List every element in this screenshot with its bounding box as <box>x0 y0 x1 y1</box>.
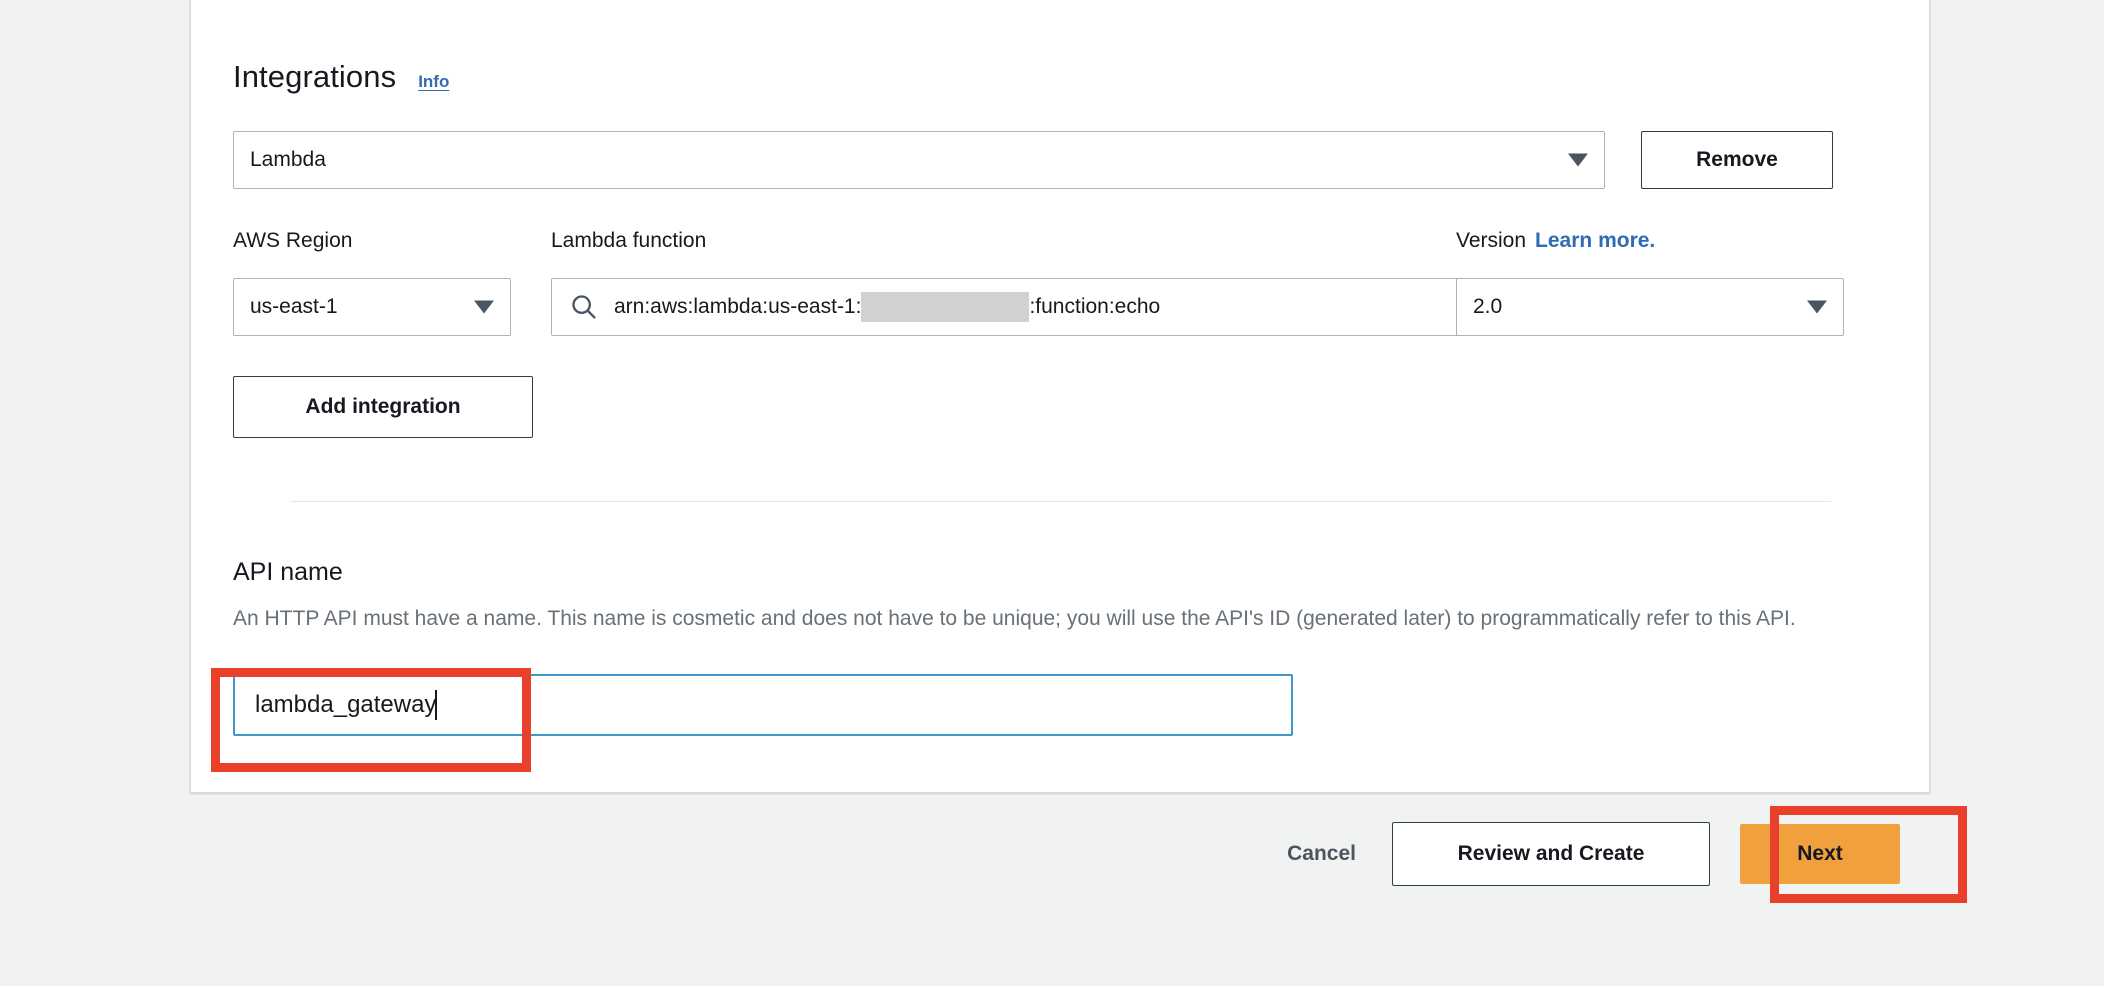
api-name-description: An HTTP API must have a name. This name … <box>233 603 1813 635</box>
add-integration-button[interactable]: Add integration <box>233 376 533 438</box>
remove-integration-button[interactable]: Remove <box>1641 131 1833 189</box>
integration-type-select[interactable]: Lambda <box>233 131 1605 189</box>
chevron-down-icon <box>1568 154 1588 167</box>
lambda-function-input[interactable]: arn:aws:lambda:us-east-1: :function:echo <box>551 278 1611 336</box>
version-label: Version <box>1456 229 1526 253</box>
page-root: Integrations Info Lambda Remove AWS Regi… <box>0 0 2104 986</box>
cancel-button[interactable]: Cancel <box>1281 822 1362 886</box>
footer-actions: Cancel Review and Create Next <box>1260 822 1900 886</box>
version-select[interactable]: 2.0 <box>1456 278 1844 336</box>
version-value: 2.0 <box>1473 295 1502 319</box>
redacted-account-id <box>861 292 1029 322</box>
next-button[interactable]: Next <box>1740 824 1900 884</box>
learn-more-link[interactable]: Learn more. <box>1535 229 1655 253</box>
aws-region-label: AWS Region <box>233 229 352 253</box>
wizard-card: Integrations Info Lambda Remove AWS Regi… <box>190 0 1930 793</box>
info-link[interactable]: Info <box>418 72 449 92</box>
section-divider <box>291 501 1831 502</box>
lambda-arn-suffix: :function:echo <box>1029 295 1160 319</box>
version-label-group: Version Learn more. <box>1456 229 1655 253</box>
api-name-value: lambda_gateway <box>255 691 436 719</box>
integrations-heading: Integrations Info <box>233 59 449 95</box>
search-icon <box>570 293 598 321</box>
chevron-down-icon <box>474 301 494 314</box>
api-name-label: API name <box>233 558 343 587</box>
integration-type-value: Lambda <box>250 148 326 172</box>
review-and-create-button[interactable]: Review and Create <box>1392 822 1710 886</box>
chevron-down-icon <box>1807 301 1827 314</box>
lambda-function-label: Lambda function <box>551 229 706 253</box>
api-name-input[interactable]: lambda_gateway <box>233 674 1293 736</box>
lambda-arn-prefix: arn:aws:lambda:us-east-1: <box>614 295 861 319</box>
page-title: Integrations <box>233 59 396 95</box>
aws-region-value: us-east-1 <box>250 295 338 319</box>
lambda-arn-value: arn:aws:lambda:us-east-1: :function:echo <box>614 292 1552 322</box>
aws-region-select[interactable]: us-east-1 <box>233 278 511 336</box>
